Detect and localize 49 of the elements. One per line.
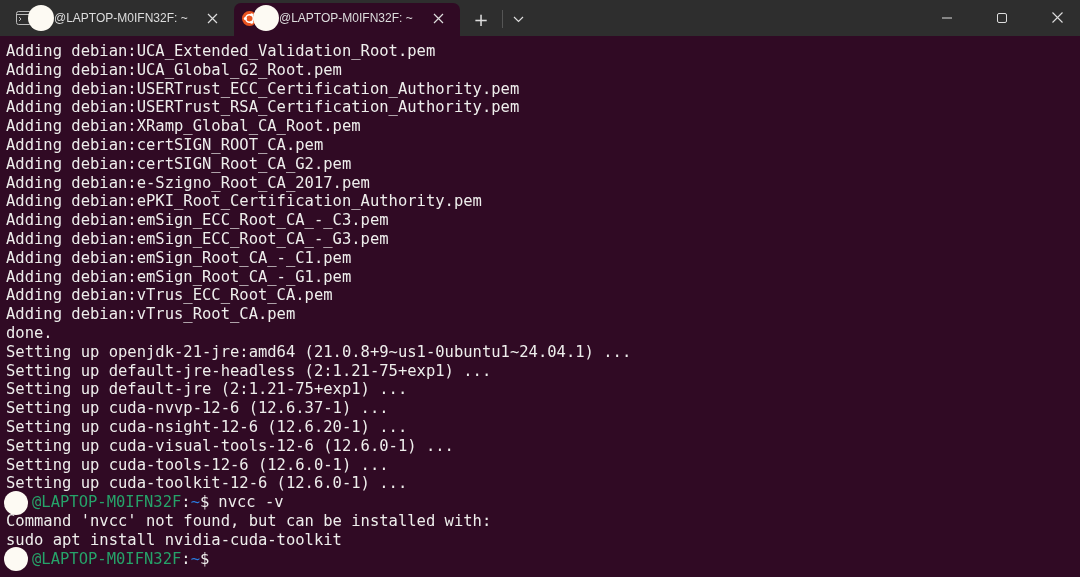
output-line: Adding debian:emSign_Root_CA_-_C1.pem [6, 248, 353, 268]
output-line: Adding debian:USERTrust_ECC_Certification_Authority.pem [6, 79, 521, 99]
prompt-separator: : [181, 493, 191, 512]
close-icon[interactable] [433, 12, 444, 24]
output-line: Adding debian:ePKI_Root_Certification_Authority.pem [6, 192, 483, 212]
output-line: Adding debian:UCA_Global_G2_Root.pem [6, 60, 343, 80]
output-line: Adding debian:emSign_ECC_Root_CA_-_G3.pem [6, 229, 390, 249]
output-line: Adding debian:XRamp_Global_CA_Root.pem [6, 117, 362, 136]
redaction-dot [4, 546, 28, 571]
close-icon[interactable] [207, 12, 218, 24]
prompt-sign: $ [200, 493, 210, 512]
output-line: Adding debian:e-Szigno_Root_CA_2017.pem [6, 173, 371, 193]
prompt-separator: : [181, 549, 191, 569]
output-line: Setting up cuda-nsight-12-6 (12.6.20-1) ... [6, 417, 409, 437]
close-icon[interactable] [1052, 12, 1063, 23]
terminal-tab[interactable]: @LAPTOP-M0IFN32F: ~ [234, 3, 460, 36]
terminal-tab[interactable]: @LAPTOP-M0IFN32F: ~ [8, 3, 234, 33]
prompt-host: @LAPTOP-M0IFN32F [32, 549, 182, 569]
redaction-dot [253, 5, 279, 31]
new-tab-button[interactable]: + [466, 9, 496, 30]
tab-title: @LAPTOP-M0IFN32F: ~ [54, 11, 189, 25]
tab-title: @LAPTOP-M0IFN32F: ~ [279, 11, 414, 25]
redaction-dot [28, 5, 54, 31]
output-line: Setting up cuda-nvvp-12-6 (12.6.37-1) ... [6, 399, 390, 418]
command-text: nvcc -v [218, 493, 284, 512]
output-line: Setting up cuda-toolkit-12-6 (12.6.0-1) ... [6, 474, 409, 494]
maximize-icon[interactable] [997, 13, 1007, 23]
output-line: Adding debian:vTrus_Root_CA.pem [6, 305, 297, 324]
output-line: done. [6, 323, 54, 343]
prompt-host: @LAPTOP-M0IFN32F [32, 493, 182, 512]
output-line: Adding debian:certSIGN_ROOT_CA.pem [6, 136, 325, 155]
output-line: Adding debian:emSign_ECC_Root_CA_-_C3.pem [6, 211, 390, 230]
redaction-dot [4, 490, 28, 515]
output-line: sudo apt install nvidia-cuda-toolkit [6, 530, 343, 550]
output-line: Setting up openjdk-21-jre:amd64 (21.0.8+9~us1-0ubuntu1~24.04.1) ... [6, 342, 633, 362]
output-line: Setting up default-jre-headless (2:1.21-75+exp1) ... [6, 361, 493, 381]
output-line: Setting up cuda-tools-12-6 (12.6.0-1) ... [6, 455, 390, 475]
output-line: Adding debian:vTrus_ECC_Root_CA.pem [6, 286, 334, 306]
output-line: Adding debian:certSIGN_Root_CA_G2.pem [6, 154, 353, 174]
prompt-path: ~ [190, 549, 200, 569]
output-line: Adding debian:emSign_Root_CA_-_G1.pem [6, 267, 353, 287]
chevron-down-icon[interactable] [513, 16, 524, 23]
prompt-sign: $ [200, 549, 210, 569]
output-line: Command 'nvcc' not found, but can be installed with: [6, 511, 493, 531]
prompt-path: ~ [190, 493, 200, 512]
output-line: Setting up cuda-visual-tools-12-6 (12.6.0-1) ... [6, 436, 455, 456]
output-line: Setting up default-jre (2:1.21-75+exp1) ... [6, 380, 409, 400]
output-line: Adding debian:USERTrust_RSA_Certification_Authority.pem [6, 98, 521, 118]
output-line: Adding debian:UCA_Extended_Validation_Root.pem [6, 42, 437, 61]
